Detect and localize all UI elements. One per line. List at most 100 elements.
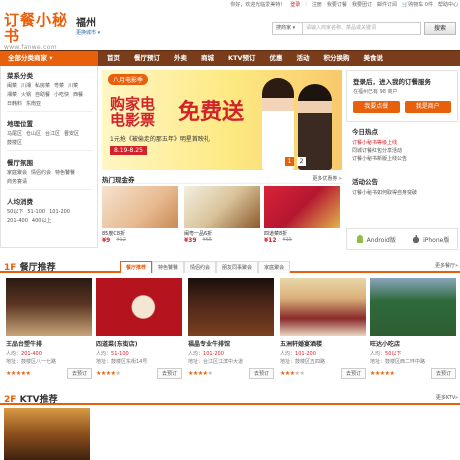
help-link[interactable]: 帮助中心: [438, 1, 458, 8]
sidebar-tag[interactable]: 鼓楼区: [7, 139, 22, 147]
category-sidebar: 菜系分类 闽菜 川湘 私房菜 粤菜 川菜 湘菜 火锅 自助餐 小吃快 西餐 日韩…: [0, 66, 98, 248]
sidebar-tag[interactable]: 101-200: [49, 208, 70, 216]
restaurant-card[interactable]: 四道菜(东街店) 人均：51-100 地址：鼓楼区东街14号 ★★★★★ 去预订: [96, 278, 182, 384]
nav-item-home[interactable]: 首页: [100, 51, 127, 66]
sidebar-tag[interactable]: 粤菜: [54, 82, 64, 90]
top-link-order[interactable]: 我要订餐: [327, 1, 347, 8]
restaurant-card[interactable]: 旺达小吃店 人均：50以下 地址：鼓楼区西二环中路 ★★★★★ 去预订: [370, 278, 456, 384]
search-input[interactable]: 请输入商家名称、菜品或关键词: [302, 22, 421, 35]
restaurant-card[interactable]: 五洲轩婚宴酒楼 人均：101-200 地址：鼓楼区五四路 ★★★★★ 去预订: [280, 278, 366, 384]
nav-item-points[interactable]: 积分换购: [317, 51, 357, 66]
sidebar-tag[interactable]: 商务宴请: [7, 178, 27, 186]
sidebar-tag[interactable]: 川菜: [68, 82, 78, 90]
nav-item-deals[interactable]: 优惠: [263, 51, 290, 66]
sidebar-tag[interactable]: 火锅: [21, 91, 31, 99]
nav-item-ktv[interactable]: KTV预订: [221, 51, 263, 66]
discount-more-link[interactable]: 更多优惠券 »: [312, 175, 342, 182]
nav-item-events[interactable]: 活动: [290, 51, 317, 66]
floor-title: 餐厅推荐: [19, 263, 56, 273]
reserve-button[interactable]: 去预订: [430, 368, 456, 379]
floor1-more-link[interactable]: 更多餐厅»: [435, 262, 458, 269]
sidebar-tag[interactable]: 私房菜: [35, 82, 50, 90]
search-scope-select[interactable]: 搜商家 ▾: [272, 22, 302, 35]
reserve-button[interactable]: 去预订: [156, 368, 182, 379]
restaurant-card[interactable]: 王品台塑牛排 人均：201-400 地址：鼓楼区八一七路 ★★★★★ 去预订: [6, 278, 92, 384]
tab-restaurant-recommend[interactable]: 餐厅推荐: [120, 261, 153, 273]
sidebar-tag[interactable]: 东南亚: [26, 100, 41, 108]
floor2-more-link[interactable]: 更多KTV»: [436, 394, 458, 401]
nav-item-restaurant[interactable]: 餐厅预订: [127, 51, 167, 66]
banner-page-dot[interactable]: 1: [285, 157, 294, 166]
restaurant-price: 201-400: [21, 351, 42, 357]
sidebar-tag[interactable]: 晋安区: [64, 130, 79, 138]
greeting-text: 你好，欢迎光临爱美特！: [230, 2, 286, 8]
sidebar-tag[interactable]: 50以下: [7, 208, 23, 216]
sidebar-tag[interactable]: 特色饕餮: [55, 169, 75, 177]
iphone-app-link[interactable]: iPhone版: [411, 234, 449, 244]
order-food-button[interactable]: 我要点餐: [353, 101, 400, 113]
promo-banner[interactable]: 八月电影季 购家电 电影票 免费送 1元抢《被偷走的那五年》明星首映礼 8.19…: [102, 70, 342, 170]
hot-news-item[interactable]: 同城订餐红包分享活动: [352, 147, 452, 155]
switch-city-link[interactable]: 更换城市 ▾: [76, 29, 100, 36]
price-label: 人均：: [370, 351, 386, 357]
all-categories-button[interactable]: 全部分类商家 ▾: [0, 51, 98, 66]
tab-friends[interactable]: 朋友同事聚会: [216, 261, 259, 273]
register-link[interactable]: 注册: [312, 1, 322, 8]
cart-link[interactable]: 🛒购物车 0件: [402, 1, 433, 8]
restaurant-name: 旺达小吃店: [370, 341, 401, 348]
sidebar-tag[interactable]: 台江区: [45, 130, 60, 138]
sidebar-tag[interactable]: 家庭聚会: [7, 169, 27, 177]
tab-feature[interactable]: 特色饕餮: [152, 261, 185, 273]
nav-item-takeout[interactable]: 外卖: [167, 51, 194, 66]
discount-card[interactable]: 闽粤一品6折 ¥39 ¥65: [184, 186, 260, 244]
sidebar-tag[interactable]: 闽菜: [7, 82, 17, 90]
apple-icon: [412, 235, 420, 244]
logo[interactable]: 订餐小秘书 www.fanwe.com: [4, 12, 74, 51]
sidebar-tag[interactable]: 小吃快: [54, 91, 69, 99]
merchant-button[interactable]: 我是商户: [404, 101, 451, 113]
sidebar-tag[interactable]: 仓山区: [26, 130, 41, 138]
sidebar-tag[interactable]: 马尾区: [7, 130, 22, 138]
announcements: 活动公告 订餐小秘书如何取得自身突破: [346, 174, 458, 224]
reserve-button[interactable]: 去预订: [248, 368, 274, 379]
price-label: 人均：: [188, 351, 204, 357]
discount-card[interactable]: 85度C8折 ¥9 ¥12: [102, 186, 178, 244]
top-bar: 你好，欢迎光临爱美特！ 登录 | 注册 我要订餐 我要团订 邮件订阅 🛒购物车 …: [230, 1, 458, 8]
sidebar-tag[interactable]: 自助餐: [35, 91, 50, 99]
nav-item-food-talk[interactable]: 美食说: [357, 51, 391, 66]
discount-card[interactable]: 四道菜8折 ¥12 ¥15: [264, 186, 340, 244]
sidebar-section-title: 人均消费: [7, 198, 33, 206]
login-link[interactable]: 登录: [290, 1, 300, 8]
restaurant-address: 地址：鼓楼区五四路: [280, 359, 326, 365]
sidebar-tag[interactable]: 51-100: [27, 208, 45, 216]
hot-news-item[interactable]: 订餐小秘书等级上线: [352, 139, 452, 147]
sidebar-tag[interactable]: 400以上: [32, 217, 52, 225]
ktv-image[interactable]: [4, 408, 90, 460]
top-link-mail[interactable]: 邮件订阅: [377, 1, 397, 8]
hot-news-item[interactable]: 订餐小秘书新版上线公告: [352, 155, 452, 163]
reserve-button[interactable]: 去预订: [66, 368, 92, 379]
top-link-group[interactable]: 我要团订: [352, 1, 372, 8]
discount-title: 热门现金券: [102, 176, 135, 184]
tab-family[interactable]: 家庭聚会: [258, 261, 291, 273]
tab-couple[interactable]: 情侣约会: [184, 261, 217, 273]
restaurant-address: 地址：鼓楼区东街14号: [96, 359, 148, 365]
android-app-link[interactable]: Android版: [355, 234, 396, 244]
nav-item-mall[interactable]: 商城: [194, 51, 221, 66]
sidebar-tag[interactable]: 西餐: [73, 91, 83, 99]
sidebar-tag[interactable]: 川湘: [21, 82, 31, 90]
restaurant-name: 王品台塑牛排: [6, 341, 43, 348]
search-button[interactable]: 搜索: [424, 22, 456, 35]
android-icon: [356, 235, 363, 243]
restaurant-card[interactable]: 福晶专业牛排馆 人均：101-200 地址：台江区江滨中大道 ★★★★★ 去预订: [188, 278, 274, 384]
sidebar-tag[interactable]: 日韩料: [7, 100, 22, 108]
banner-page-dot[interactable]: 2: [297, 157, 306, 166]
discount-name: 四道菜8折: [264, 231, 288, 237]
sidebar-tag[interactable]: 201-400: [7, 217, 28, 225]
announcement-item[interactable]: 订餐小秘书如何取得自身突破: [352, 189, 452, 197]
sidebar-tag[interactable]: 湘菜: [7, 91, 17, 99]
reserve-button[interactable]: 去预订: [340, 368, 366, 379]
restaurant-price: 50以下: [385, 351, 402, 357]
sidebar-section-title: 地理位置: [7, 120, 33, 128]
sidebar-tag[interactable]: 情侣约会: [31, 169, 51, 177]
